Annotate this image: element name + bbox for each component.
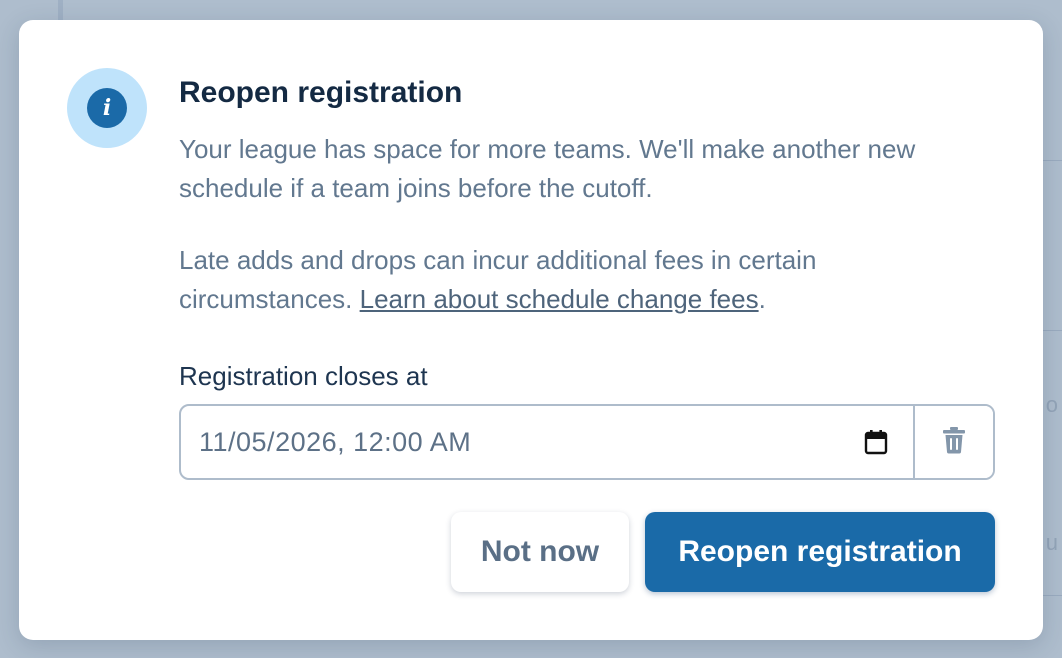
reopen-registration-button[interactable]: Reopen registration xyxy=(645,512,995,592)
background-divider xyxy=(1042,160,1062,161)
registration-closes-label: Registration closes at xyxy=(179,361,428,391)
info-badge: i xyxy=(67,68,147,148)
dialog-description: Your league has space for more teams. We… xyxy=(179,134,916,203)
background-divider xyxy=(1042,595,1062,596)
dialog-content: Reopen registration Your league has spac… xyxy=(179,74,995,319)
fees-notice: Late adds and drops can incur additional… xyxy=(179,241,995,319)
info-icon: i xyxy=(87,88,127,128)
reopen-registration-dialog: i Reopen registration Your league has sp… xyxy=(19,20,1043,640)
dialog-actions: Not now Reopen registration xyxy=(451,512,995,592)
registration-close-date-field: 11/05/2026, 12:00 AM xyxy=(179,404,995,480)
trash-icon xyxy=(942,426,966,459)
dialog-title: Reopen registration xyxy=(179,76,463,109)
delete-date-button[interactable] xyxy=(913,406,993,478)
background-divider xyxy=(58,0,63,22)
schedule-change-fees-link[interactable]: Learn about schedule change fees xyxy=(360,284,759,314)
calendar-icon[interactable] xyxy=(863,429,889,455)
background-text-fragment: o xyxy=(1045,392,1058,417)
not-now-button[interactable]: Not now xyxy=(451,512,629,592)
background-divider xyxy=(1042,330,1062,331)
background-text-fragment: u xyxy=(1045,530,1058,555)
fees-notice-suffix: . xyxy=(758,284,766,314)
datetime-input[interactable]: 11/05/2026, 12:00 AM xyxy=(181,406,913,478)
datetime-value: 11/05/2026, 12:00 AM xyxy=(199,426,472,457)
